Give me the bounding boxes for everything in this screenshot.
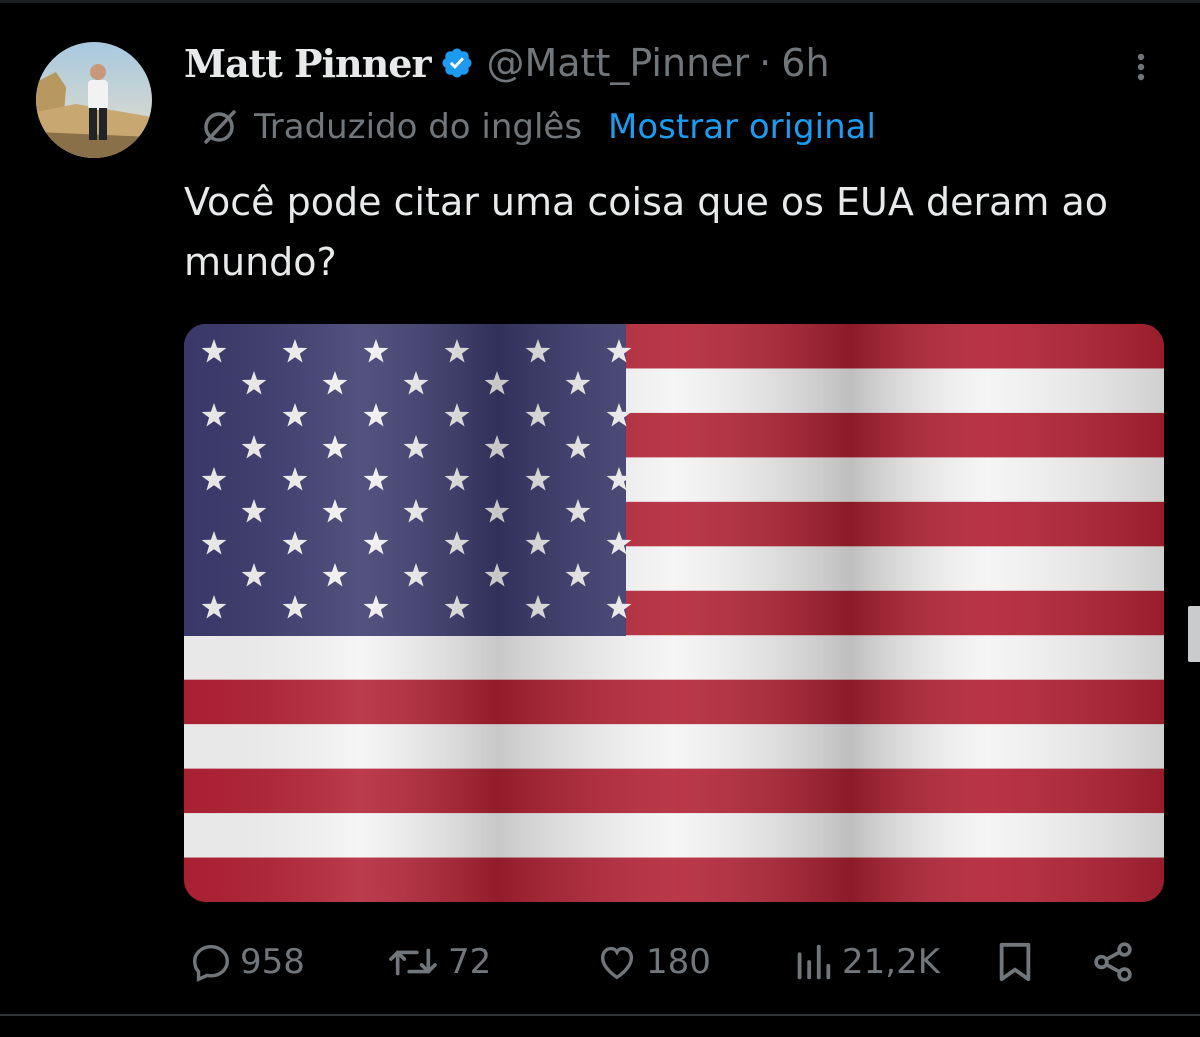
translation-notice: Traduzido do inglês Mostrar original [198,104,876,150]
translated-label: Traduzido do inglês [254,107,583,147]
avatar[interactable] [36,42,152,158]
tweet-text: Você pode citar uma coisa que os EUA der… [184,180,1108,284]
translate-icon [198,106,240,148]
tweet-header: Matt Pinner @Matt_Pinner · 6h [184,38,830,88]
like-button[interactable]: 180 [594,938,711,986]
verified-badge-icon [440,46,474,80]
reply-count: 958 [240,942,305,982]
separator-dot: · [759,41,772,85]
author-name[interactable]: Matt Pinner [184,41,431,86]
tweet-media-us-flag[interactable] [184,324,1164,902]
like-icon [594,939,640,985]
share-icon [1090,939,1136,985]
bookmark-icon [994,939,1036,985]
timestamp[interactable]: 6h [781,41,829,85]
more-options-icon[interactable] [1128,52,1154,82]
retweet-count: 72 [448,942,492,982]
scrollbar-thumb[interactable] [1188,606,1200,662]
retweet-button[interactable]: 72 [384,938,491,986]
reply-button[interactable]: 958 [188,938,305,986]
like-count: 180 [646,942,711,982]
top-divider [0,0,1200,3]
views-button[interactable]: 21,2K [790,938,940,986]
retweet-icon [384,939,442,985]
share-button[interactable] [1090,938,1136,986]
bookmark-button[interactable] [994,938,1036,986]
views-count: 21,2K [842,942,940,982]
show-original-link[interactable]: Mostrar original [608,107,876,147]
author-handle[interactable]: @Matt_Pinner [486,41,749,85]
bottom-divider [0,1014,1200,1016]
reply-icon [188,939,234,985]
views-icon [790,939,836,985]
tweet-actions: 958 72 180 21,2K [0,938,1200,986]
